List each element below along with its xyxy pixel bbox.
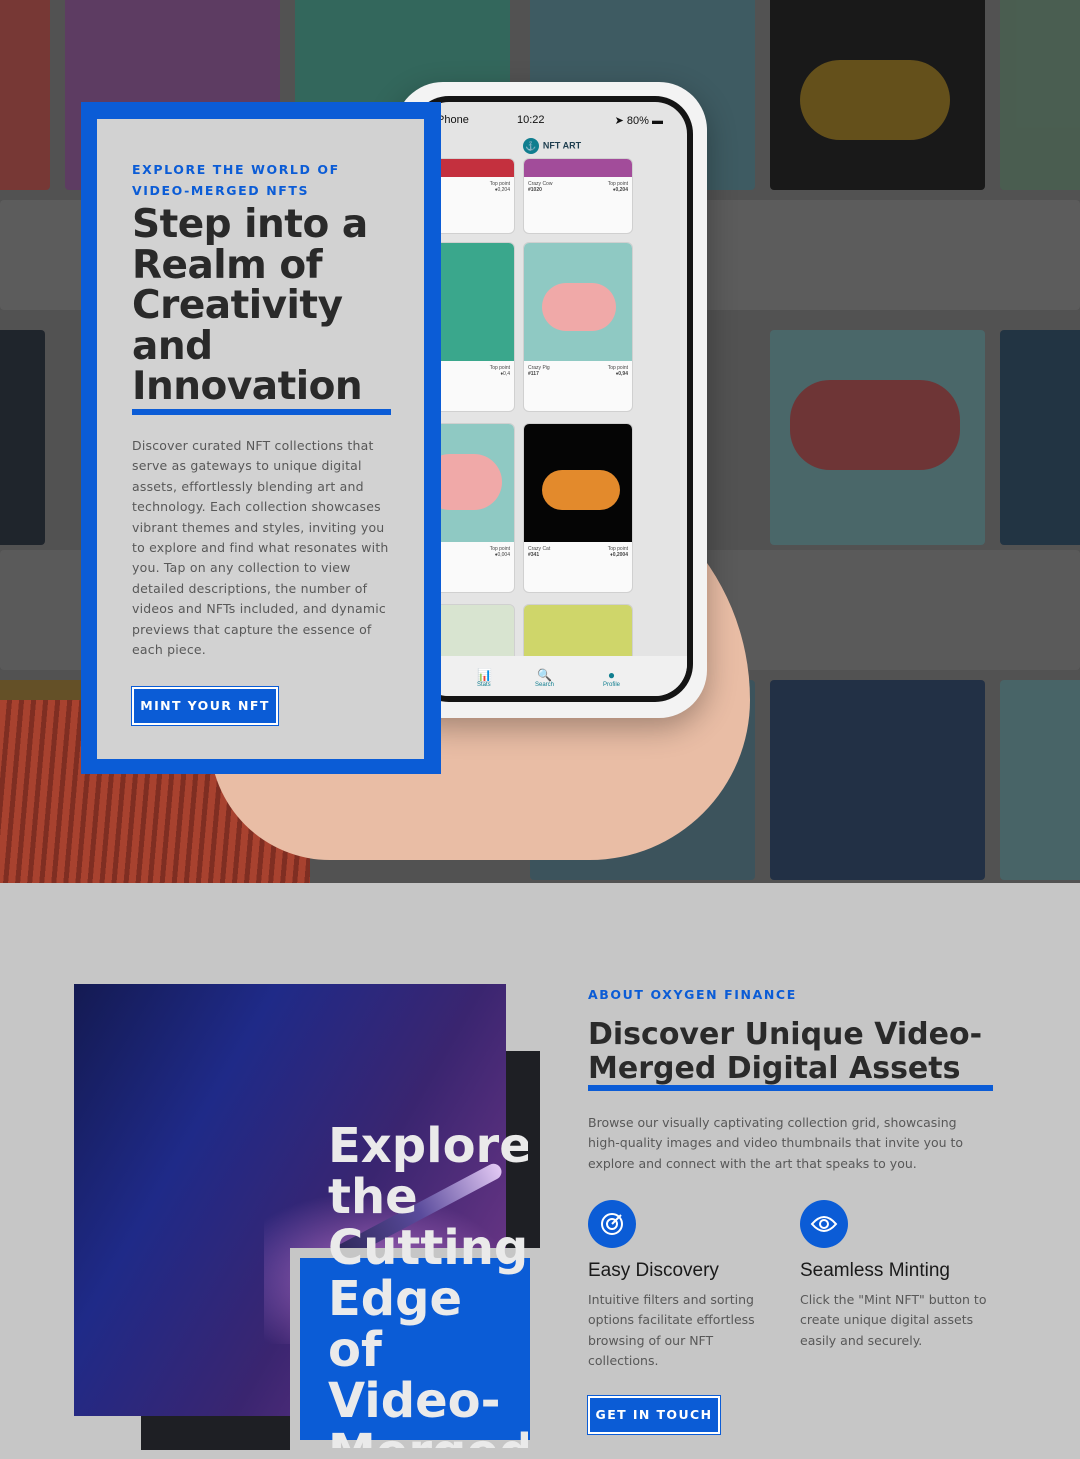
about-eyebrow: ABOUT OXYGEN FINANCE [588, 987, 797, 1002]
search-icon: 🔍 [537, 668, 552, 682]
feature-text: Intuitive filters and sorting options fa… [588, 1292, 755, 1369]
about-title: Discover Unique Video-Merged Digital Ass… [588, 1017, 983, 1086]
tab-stats[interactable]: 📊 Stats [477, 668, 492, 688]
status-bar: Phone 10:22 ➤ 80% ▬ [417, 114, 687, 130]
hero-description: Discover curated NFT collections that se… [132, 438, 389, 658]
about-section: Explore the Cutting-Edge of Video-Merged… [0, 883, 1080, 1459]
stats-icon: 📊 [477, 668, 492, 682]
tab-profile[interactable]: ● Profile [603, 668, 620, 688]
app-tab-bar: 📊 Stats 🔍 Search ● Profile [417, 656, 687, 696]
feature-title: Easy Discovery [588, 1260, 719, 1281]
anchor-icon: ⚓ [522, 138, 539, 154]
title-underline [132, 409, 391, 415]
eye-icon [800, 1200, 848, 1248]
mint-nft-button[interactable]: MINT YOUR NFT [132, 687, 278, 725]
nft-card[interactable] [523, 604, 633, 664]
nft-card[interactable]: Crazy Cow #1020 Top point ♦0,204 [523, 158, 633, 234]
about-description: Browse our visually captivating collecti… [588, 1115, 964, 1171]
hero-section: Phone 10:22 ➤ 80% ▬ ⚓ NFT ART Top point ♦0… [0, 0, 1080, 883]
tab-search[interactable]: 🔍 Search [535, 668, 554, 688]
battery-level: ➤ 80% ▬ [614, 115, 663, 127]
hero-eyebrow: EXPLORE THE WORLD OF VIDEO-MERGED NFTS [132, 162, 340, 198]
feature-easy-discovery: Easy Discovery Intuitive filters and sor… [588, 1200, 778, 1372]
target-icon [588, 1200, 636, 1248]
phone-mockup: Phone 10:22 ➤ 80% ▬ ⚓ NFT ART Top point ♦0… [395, 82, 707, 718]
carrier-label: Phone [437, 114, 469, 126]
title-underline [588, 1085, 993, 1091]
feature-text: Click the "Mint NFT" button to create un… [800, 1292, 987, 1348]
get-in-touch-button[interactable]: GET IN TOUCH [588, 1396, 720, 1434]
status-time: 10:22 [517, 114, 545, 126]
feature-seamless-minting: Seamless Minting Click the "Mint NFT" bu… [800, 1200, 990, 1351]
hero-card: EXPLORE THE WORLD OF VIDEO-MERGED NFTS S… [81, 102, 441, 774]
nft-card-id: #1020 [528, 187, 542, 193]
profile-icon: ● [607, 668, 616, 682]
nft-card[interactable]: Crazy Cat #341 Top point ♦0,2004 [523, 423, 633, 593]
image-caption: Explore the Cutting-Edge of Video-Merged… [328, 1121, 528, 1448]
nft-card-id: #117 [528, 371, 539, 377]
nft-card-id: #341 [528, 552, 540, 558]
hero-title: Step into a Realm of Creativity and Inno… [132, 202, 368, 409]
phone-screen: Phone 10:22 ➤ 80% ▬ ⚓ NFT ART Top point ♦0… [417, 102, 687, 696]
app-header: ⚓ NFT ART [417, 138, 687, 154]
feature-title: Seamless Minting [800, 1260, 950, 1281]
nft-card[interactable]: Crazy Pig #117 Top point ♦0,94 [523, 242, 633, 412]
app-name: NFT ART [542, 140, 582, 151]
